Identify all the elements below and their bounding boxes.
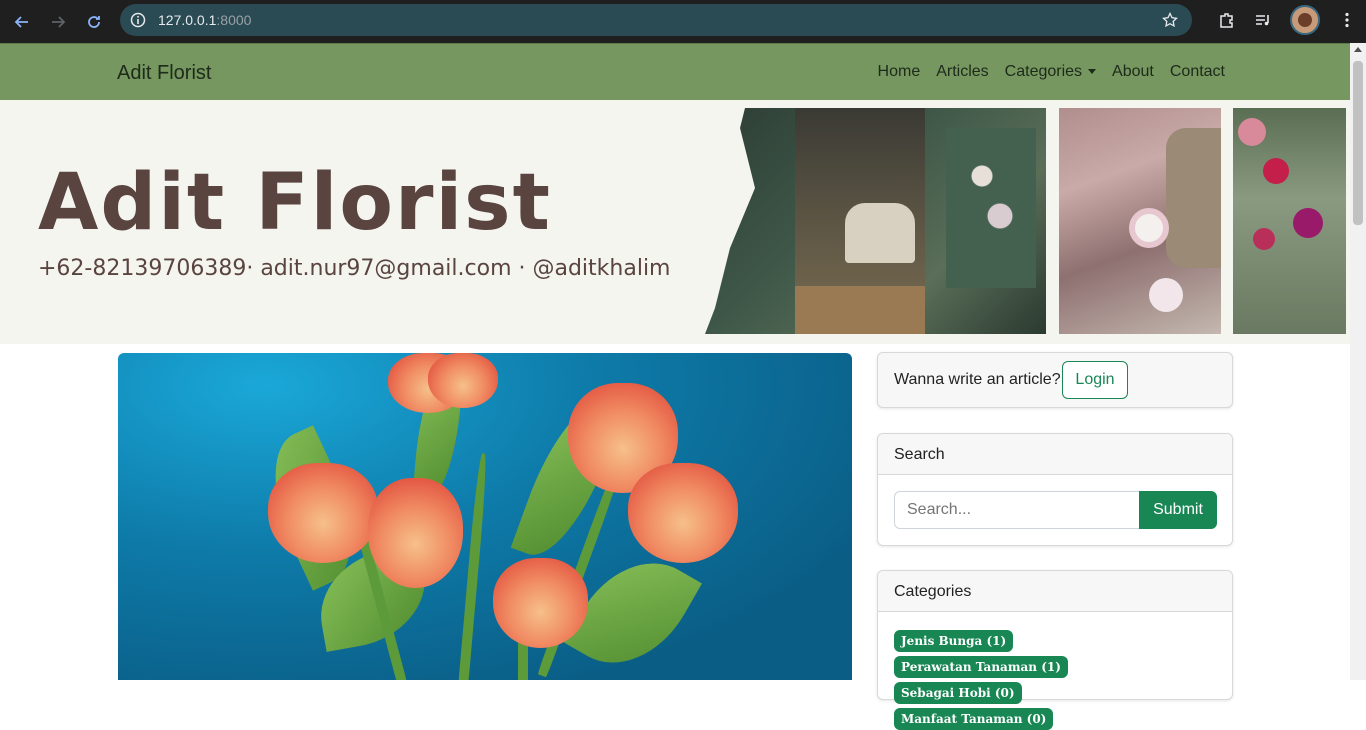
login-button[interactable]: Login (1062, 361, 1128, 399)
media-controls-icon[interactable] (1254, 11, 1272, 29)
category-badge[interactable]: Manfaat Tanaman (0) (894, 708, 1054, 730)
site-info-icon[interactable] (130, 12, 146, 28)
url-port: :8000 (216, 12, 252, 28)
banner-photo-flower-arrangement (1059, 108, 1221, 334)
profile-avatar[interactable] (1290, 5, 1320, 35)
category-badge[interactable]: Perawatan Tanaman (1) (894, 656, 1068, 678)
scroll-up-arrow-icon[interactable] (1354, 47, 1362, 52)
browser-toolbar: 127.0.0.1:8000 (0, 0, 1366, 43)
banner-photo-florist-shop (705, 108, 1046, 334)
nav-dropdown-categories[interactable]: Categories (1004, 63, 1097, 81)
nav-link-articles[interactable]: Articles (936, 63, 988, 81)
url-host: 127.0.0.1 (158, 12, 217, 28)
write-article-card: Wanna write an article? Login (877, 352, 1233, 408)
caret-down-icon (1088, 69, 1097, 75)
featured-article-image[interactable] (118, 353, 852, 680)
arrow-left-icon (14, 15, 28, 28)
nav-link-contact[interactable]: Contact (1170, 63, 1225, 81)
reload-icon (88, 15, 100, 28)
search-card: Search Submit (877, 433, 1233, 546)
category-badge-list: Jenis Bunga (1) Perawatan Tanaman (1) Se… (878, 612, 1178, 730)
more-menu-icon[interactable] (1338, 11, 1356, 29)
search-card-header: Search (878, 434, 1232, 475)
banner-contact: +62-82139706389· adit.nur97@gmail.com · … (38, 256, 671, 281)
category-badge[interactable]: Jenis Bunga (1) (894, 630, 1014, 652)
category-badge[interactable]: Sebagai Hobi (0) (894, 682, 1022, 704)
address-bar[interactable]: 127.0.0.1:8000 (120, 4, 1192, 36)
banner-title: Adit Florist (38, 158, 552, 248)
hero-banner: Adit Florist +62-82139706389· adit.nur97… (0, 100, 1350, 344)
extensions-icon[interactable] (1218, 11, 1236, 29)
nav-dropdown-label: Categories (1004, 63, 1083, 80)
site-navbar: Adit Florist Home Articles Categories Ab… (0, 43, 1350, 100)
login-prompt: Wanna write an article? (894, 371, 1061, 388)
navbar-menu: Home Articles Categories About Contact (878, 63, 1225, 81)
nav-link-home[interactable]: Home (878, 63, 921, 81)
banner-photo-carnations (1233, 108, 1346, 334)
search-input[interactable] (894, 491, 1140, 529)
arrow-right-icon (52, 15, 66, 28)
back-button[interactable] (8, 8, 36, 36)
forward-button[interactable] (44, 8, 72, 36)
categories-card: Categories Jenis Bunga (1) Perawatan Tan… (877, 570, 1233, 730)
search-submit-button[interactable]: Submit (1139, 491, 1217, 529)
categories-card-header: Categories (878, 571, 1232, 612)
reload-button[interactable] (80, 8, 108, 36)
navbar-brand[interactable]: Adit Florist (117, 62, 211, 85)
bookmark-star-icon[interactable] (1162, 12, 1178, 28)
nav-link-about[interactable]: About (1112, 63, 1154, 81)
scrollbar-thumb[interactable] (1353, 61, 1363, 225)
page-scrollbar[interactable] (1350, 43, 1366, 680)
